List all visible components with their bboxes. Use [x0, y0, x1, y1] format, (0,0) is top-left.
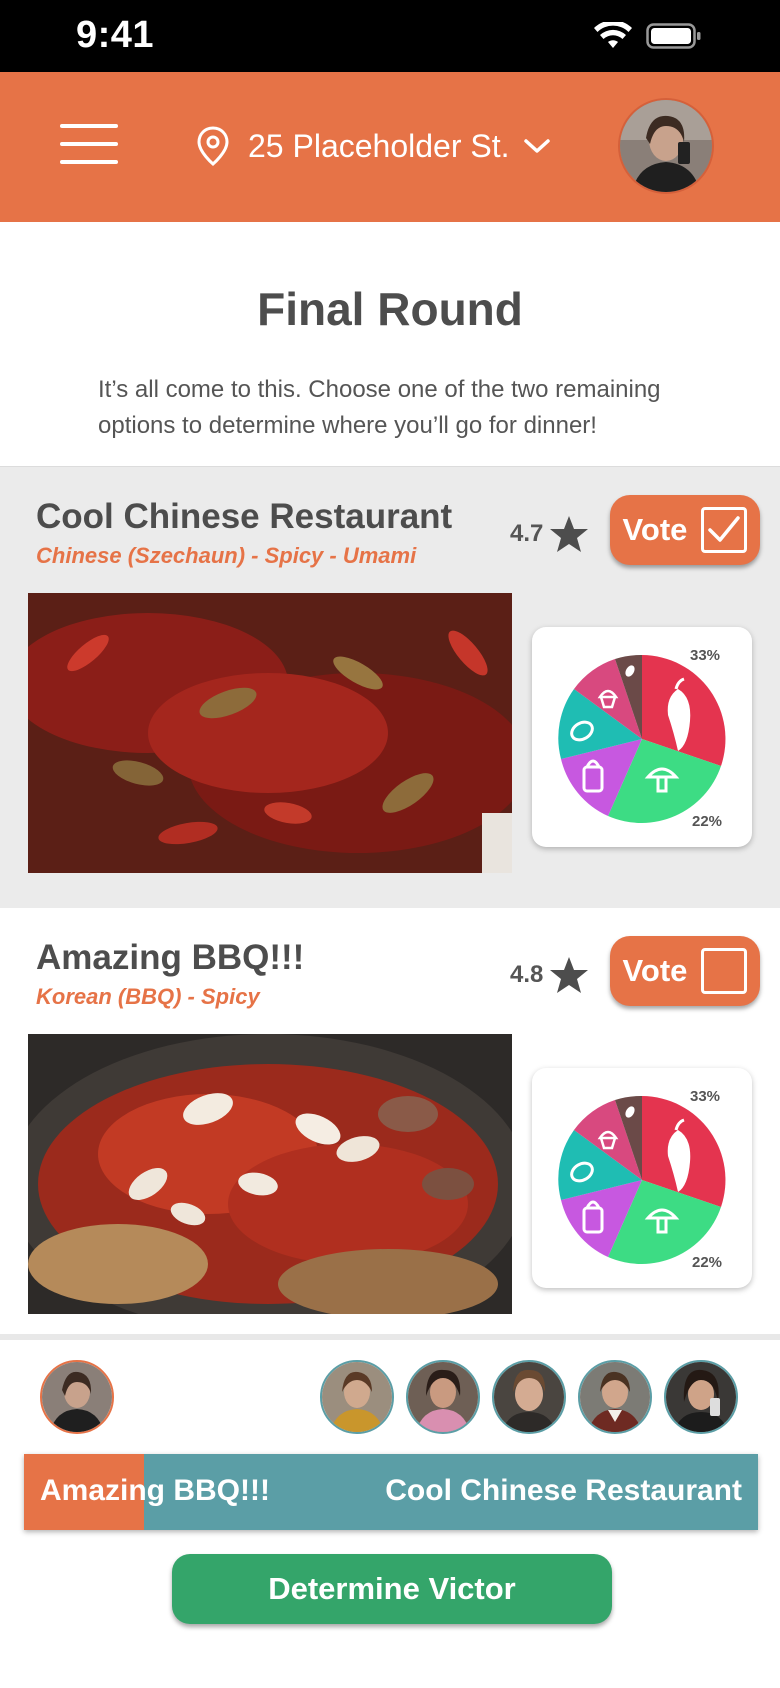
star-icon	[550, 516, 589, 552]
user-avatar[interactable]	[618, 98, 714, 194]
star-icon	[550, 957, 589, 993]
vote-label: Vote	[622, 953, 688, 988]
vote-checkbox-checked[interactable]	[701, 507, 748, 553]
page-title: Final Round	[257, 283, 523, 335]
restaurant-rating: 4.7	[510, 515, 589, 553]
chevron-down-icon	[523, 139, 550, 153]
status-time: 9:41	[76, 14, 155, 56]
restaurant-name: Amazing BBQ!!!	[36, 938, 305, 977]
voter-avatar-chinese[interactable]	[664, 1360, 738, 1434]
restaurant-name: Cool Chinese Restaurant	[36, 497, 453, 536]
rating-value: 4.7	[510, 520, 544, 547]
voter-avatar-chinese[interactable]	[320, 1360, 394, 1434]
result-label-amazing-bbq: Amazing BBQ!!!	[40, 1474, 270, 1507]
status-bar: 9:41	[0, 0, 780, 72]
wifi-icon	[594, 22, 632, 48]
determine-victor-button[interactable]: Determine Victor	[172, 1554, 612, 1624]
intro-section: Final Round It’s all come to this. Choos…	[0, 222, 780, 466]
voter-avatar-chinese[interactable]	[492, 1360, 566, 1434]
restaurant-card-amazing-bbq: Amazing BBQ!!! Korean (BBQ) - Spicy 4.8 …	[0, 908, 780, 1338]
vote-results-bar: Amazing BBQ!!! Cool Chinese Restaurant	[24, 1454, 758, 1530]
rating-value: 4.8	[510, 961, 544, 988]
vote-checkbox-unchecked[interactable]	[701, 948, 748, 994]
app-header: 25 Placeholder St.	[0, 72, 780, 222]
voter-avatar-chinese[interactable]	[406, 1360, 480, 1434]
location-pin-icon	[197, 126, 229, 166]
restaurant-rating: 4.8	[510, 956, 589, 994]
voter-avatar-amazing-bbq[interactable]	[40, 1360, 114, 1434]
page-subtitle: It’s all come to this. Choose one of the…	[98, 376, 661, 439]
flavor-pie-chart: 33% 22%	[532, 627, 752, 847]
location-text: 25 Placeholder St.	[248, 127, 510, 164]
result-label-chinese: Cool Chinese Restaurant	[385, 1474, 742, 1507]
vote-button[interactable]: Vote	[610, 936, 760, 1006]
location-selector[interactable]: 25 Placeholder St.	[196, 116, 552, 176]
voter-avatar-chinese[interactable]	[578, 1360, 652, 1434]
status-icons	[594, 22, 702, 50]
restaurant-card-cool-chinese: Cool Chinese Restaurant Chinese (Szechau…	[0, 466, 780, 908]
vote-label: Vote	[622, 512, 688, 547]
restaurant-tags: Chinese (Szechaun) - Spicy - Umami	[36, 543, 417, 568]
food-photo-dry-chili-chicken	[28, 593, 512, 873]
restaurant-tags: Korean (BBQ) - Spicy	[36, 984, 260, 1009]
food-photo-korean-bbq	[28, 1034, 512, 1314]
section-divider	[0, 1334, 780, 1340]
vote-button[interactable]: Vote	[610, 495, 760, 565]
flavor-pie-chart: 33% 22%	[532, 1068, 752, 1288]
menu-icon[interactable]	[60, 124, 118, 164]
checkmark-icon	[708, 516, 741, 542]
battery-icon	[646, 23, 701, 49]
